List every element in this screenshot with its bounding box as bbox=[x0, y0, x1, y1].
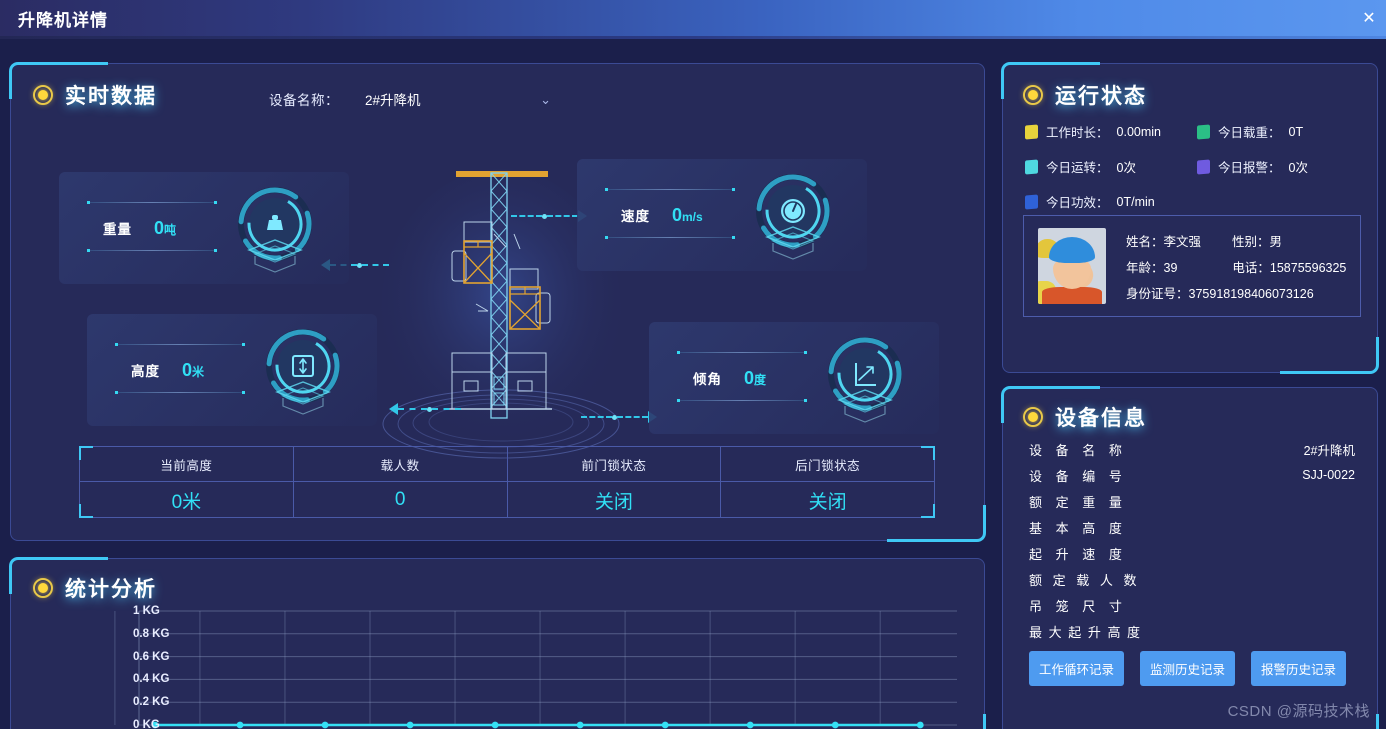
device-row-lift-speed: 起 升 速 度 bbox=[1029, 546, 1127, 562]
statistics-panel-title: 统计分析 bbox=[65, 578, 157, 601]
cube-icon bbox=[1025, 159, 1038, 174]
stat-today-alarms: 今日报警： 0次 bbox=[1197, 157, 1361, 176]
content-stage: 实时数据 设备名称： 2#升降机 ⌄ 重量 0吨 速度 0m/s 高度 0米 倾… bbox=[0, 39, 1386, 729]
chevron-down-icon[interactable]: ⌄ bbox=[540, 93, 551, 106]
table-header: 载人数 bbox=[293, 447, 507, 482]
device-row-rated-weight: 额 定 重 量 bbox=[1029, 494, 1127, 510]
metric-card-angle: 倾角 0度 bbox=[649, 322, 939, 434]
device-info-rows: 设 备 名 称 2#升降机 设 备 编 号 SJJ-0022 额 定 重 量 基… bbox=[1029, 436, 1355, 644]
page-title: 升降机详情 bbox=[18, 10, 108, 30]
cube-icon bbox=[1025, 124, 1038, 139]
metric-label-angle: 倾角 bbox=[693, 372, 722, 387]
height-arrows-icon bbox=[257, 326, 349, 418]
metric-label-height: 高度 bbox=[131, 364, 160, 379]
statistics-chart[interactable]: 0 KG0.2 KG0.4 KG0.6 KG0.8 KG1 KG01234567… bbox=[27, 605, 971, 729]
metric-card-height: 高度 0米 bbox=[87, 314, 377, 426]
table-cell: 0米 bbox=[171, 491, 202, 513]
operator-age-phone-row: 年龄：39 电话：15875596325 bbox=[1126, 260, 1347, 275]
metric-value-weight: 0吨 bbox=[154, 218, 177, 238]
metric-value-angle: 0度 bbox=[744, 368, 767, 388]
run-status-stats: 工作时长： 0.00min 今日载重： 0T 今日运转： 0次 今日报警： 0次… bbox=[1025, 122, 1361, 211]
card-divider-bottom bbox=[677, 399, 807, 402]
cube-icon bbox=[1025, 194, 1038, 209]
run-status-panel: 运行状态 工作时长： 0.00min 今日载重： 0T 今日运转： 0次 今日报… bbox=[1001, 62, 1379, 374]
realtime-panel-header: 实时数据 bbox=[33, 80, 157, 110]
table-col-rear-door-lock: 后门锁状态 关闭 bbox=[720, 447, 934, 517]
device-info-panel-header: 设备信息 bbox=[1023, 402, 1147, 432]
table-cell: 关闭 bbox=[808, 491, 847, 513]
device-row-base-height: 基 本 高 度 bbox=[1029, 520, 1127, 536]
cube-icon bbox=[1197, 124, 1210, 139]
table-header: 前门锁状态 bbox=[507, 447, 721, 482]
device-name-label: 设备名称： bbox=[269, 93, 339, 108]
device-info-actions: 工作循环记录 监测历史记录 报警历史记录 bbox=[1029, 651, 1347, 686]
window-titlebar: 升降机详情 ✕ bbox=[0, 0, 1386, 36]
metric-card-speed: 速度 0m/s bbox=[577, 159, 867, 271]
table-header: 当前高度 bbox=[80, 447, 293, 482]
device-info-panel-title: 设备信息 bbox=[1055, 407, 1147, 430]
angle-chart-icon bbox=[819, 334, 911, 426]
cube-icon bbox=[1197, 159, 1210, 174]
stat-today-efficiency: 今日功效： 0T/min bbox=[1025, 192, 1197, 211]
card-divider-top bbox=[605, 188, 735, 191]
metric-label-speed: 速度 bbox=[621, 209, 650, 224]
metric-value-speed: 0m/s bbox=[672, 205, 703, 225]
monitor-history-records-button[interactable]: 监测历史记录 bbox=[1140, 651, 1236, 686]
table-col-front-door-lock: 前门锁状态 关闭 bbox=[506, 447, 721, 517]
statistics-panel-header: 统计分析 bbox=[33, 573, 157, 603]
card-divider-top bbox=[677, 351, 807, 354]
device-info-panel: 设备信息 设 备 名 称 2#升降机 设 备 编 号 SJJ-0022 额 定 … bbox=[1001, 386, 1379, 729]
metric-card-weight: 重量 0吨 bbox=[59, 172, 349, 284]
arrow-to-angle-card bbox=[581, 411, 657, 423]
bullet-dot-icon bbox=[1023, 85, 1043, 105]
weight-icon bbox=[229, 184, 321, 276]
table-header: 后门锁状态 bbox=[721, 447, 934, 482]
run-status-panel-header: 运行状态 bbox=[1023, 80, 1147, 110]
speedometer-icon bbox=[747, 171, 839, 263]
work-cycle-records-button[interactable]: 工作循环记录 bbox=[1029, 651, 1125, 686]
worker-photo bbox=[1038, 228, 1106, 304]
operator-details: 姓名：李文强 性别：男 年龄：39 电话：15875596325 身份证号：37… bbox=[1126, 224, 1346, 309]
operator-name-row: 姓名：李文强 性别：男 bbox=[1126, 234, 1283, 249]
arrow-to-speed-card bbox=[511, 210, 587, 222]
bullet-dot-icon bbox=[1023, 407, 1043, 427]
metric-value-height: 0米 bbox=[182, 360, 205, 380]
stat-work-duration: 工作时长： 0.00min bbox=[1025, 122, 1197, 141]
card-divider-top bbox=[87, 201, 217, 204]
statistics-panel: 统计分析 0 KG0.2 KG0.4 KG0.6 KG0.8 KG1 KG012… bbox=[9, 557, 986, 729]
device-row-rated-passengers: 额 定 载 人 数 bbox=[1029, 572, 1140, 588]
operator-id-row: 身份证号：375918198406073126 bbox=[1126, 286, 1314, 301]
realtime-data-panel: 实时数据 设备名称： 2#升降机 ⌄ 重量 0吨 速度 0m/s 高度 0米 倾… bbox=[9, 62, 986, 542]
table-cell: 0 bbox=[394, 489, 406, 510]
card-divider-bottom bbox=[115, 391, 245, 394]
device-name-select[interactable]: 设备名称： 2#升降机 ⌄ bbox=[269, 86, 551, 112]
device-row-cage-size: 吊 笼 尺 寸 bbox=[1029, 598, 1127, 614]
card-divider-top bbox=[115, 343, 245, 346]
stat-today-runs: 今日运转： 0次 bbox=[1025, 157, 1197, 176]
run-status-panel-title: 运行状态 bbox=[1055, 85, 1147, 108]
metric-label-weight: 重量 bbox=[103, 222, 132, 237]
card-divider-bottom bbox=[87, 249, 217, 252]
arrow-to-height-card bbox=[389, 403, 461, 415]
summary-table: 当前高度 0米 载人数 0 前门锁状态 关闭 后门锁状态 关闭 bbox=[79, 446, 935, 518]
watermark: CSDN @源码技术栈 bbox=[1227, 703, 1370, 720]
device-row-name: 设 备 名 称 2#升降机 bbox=[1029, 442, 1355, 458]
device-row-max-lift-height: 最 大 起 升 高 度 bbox=[1029, 624, 1142, 640]
device-row-number: 设 备 编 号 SJJ-0022 bbox=[1029, 468, 1355, 484]
alarm-history-records-button[interactable]: 报警历史记录 bbox=[1251, 651, 1347, 686]
card-divider-bottom bbox=[605, 236, 735, 239]
table-col-passenger-count: 载人数 0 bbox=[292, 447, 507, 517]
table-cell: 关闭 bbox=[594, 491, 633, 513]
bullet-dot-icon bbox=[33, 578, 53, 598]
table-col-current-height: 当前高度 0米 bbox=[80, 447, 293, 517]
device-name-value: 2#升降机 bbox=[365, 93, 421, 108]
realtime-panel-title: 实时数据 bbox=[65, 85, 157, 108]
stat-today-load: 今日载重： 0T bbox=[1197, 122, 1361, 141]
operator-card: 姓名：李文强 性别：男 年龄：39 电话：15875596325 身份证号：37… bbox=[1023, 215, 1361, 317]
close-icon[interactable]: ✕ bbox=[1352, 0, 1386, 36]
chart-canvas bbox=[114, 610, 957, 729]
bullet-dot-icon bbox=[33, 85, 53, 105]
